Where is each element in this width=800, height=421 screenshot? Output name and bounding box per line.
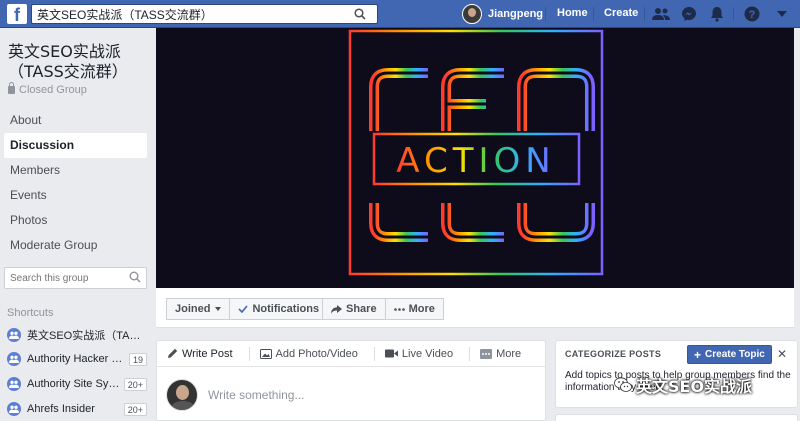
lock-icon bbox=[8, 82, 15, 94]
share-label: Share bbox=[346, 303, 377, 315]
more-icon bbox=[480, 348, 493, 359]
profile-link[interactable]: Jiangpeng bbox=[462, 3, 543, 25]
left-sidebar: 英文SEO实战派（TASS交流群） Closed Group About Dis… bbox=[0, 28, 155, 421]
caret-down-icon[interactable] bbox=[772, 4, 792, 24]
more-button[interactable]: More bbox=[385, 298, 444, 320]
group-search-input[interactable] bbox=[5, 268, 123, 288]
caret-down-icon bbox=[215, 307, 222, 311]
tab-more[interactable]: More bbox=[480, 348, 521, 360]
group-privacy-label: Closed Group bbox=[19, 84, 87, 96]
watermark: 英文SEO实战派 bbox=[614, 373, 752, 397]
cover-photo[interactable]: ACTION bbox=[156, 28, 794, 288]
shortcut-count-badge: 20+ bbox=[123, 402, 147, 416]
categorize-title: CATEGORIZE POSTS bbox=[565, 349, 662, 359]
messenger-icon[interactable] bbox=[679, 4, 699, 24]
tab-more-label: More bbox=[496, 347, 522, 360]
nav-item-events[interactable]: Events bbox=[4, 183, 147, 208]
pencil-icon bbox=[167, 348, 178, 359]
video-icon bbox=[384, 349, 398, 358]
share-button[interactable]: Share bbox=[322, 298, 386, 320]
seo-action-logo: ACTION bbox=[348, 29, 604, 276]
nav-item-moderate-group[interactable]: Moderate Group bbox=[4, 233, 147, 258]
joined-button[interactable]: Joined bbox=[166, 298, 231, 320]
watermark-text: 英文SEO实战派 bbox=[636, 377, 753, 396]
facebook-logo[interactable]: f bbox=[7, 4, 27, 24]
tab-add-photo-video-label: Add Photo/Video bbox=[275, 347, 358, 360]
user-name: Jiangpeng bbox=[488, 8, 544, 20]
create-topic-label: Create Topic bbox=[705, 349, 765, 360]
composer-body bbox=[166, 379, 508, 411]
shortcut-count-badge: 19 bbox=[128, 352, 147, 366]
search-icon bbox=[354, 8, 366, 20]
sidebar-card bbox=[555, 414, 798, 421]
global-search[interactable] bbox=[31, 4, 378, 24]
composer-tabs: Write Post Add Photo/Video Live Video Mo… bbox=[157, 341, 545, 367]
joined-label: Joined bbox=[175, 303, 211, 315]
avatar bbox=[166, 379, 198, 411]
shortcut-item[interactable]: Authority Hacker Pro 19 bbox=[7, 350, 147, 368]
divider bbox=[593, 7, 594, 21]
nav-item-about[interactable]: About bbox=[4, 108, 147, 133]
tab-live-video[interactable]: Live Video bbox=[384, 347, 454, 360]
ellipsis-icon bbox=[393, 307, 405, 311]
photo-icon bbox=[259, 348, 272, 359]
wechat-icon bbox=[614, 377, 632, 392]
group-icon bbox=[7, 402, 21, 416]
check-icon bbox=[238, 305, 249, 313]
search-icon[interactable] bbox=[129, 271, 141, 286]
friends-icon[interactable] bbox=[651, 4, 671, 24]
search-button[interactable] bbox=[343, 5, 377, 23]
shortcuts-title: Shortcuts bbox=[7, 307, 54, 319]
shortcut-label: Authority Hacker Pro bbox=[27, 353, 125, 365]
notifications-button[interactable]: Notifications bbox=[230, 298, 329, 320]
global-search-input[interactable] bbox=[32, 5, 332, 23]
notifications-label: Notifications bbox=[252, 303, 320, 315]
svg-text:?: ? bbox=[749, 9, 756, 21]
bell-icon[interactable] bbox=[707, 4, 727, 24]
shortcut-label: Authority Site Syst... bbox=[27, 378, 120, 390]
divider bbox=[373, 346, 375, 361]
group-icon bbox=[7, 328, 21, 342]
top-navigation-bar: f Jiangpeng Home Create ? bbox=[0, 0, 800, 28]
nav-item-photos[interactable]: Photos bbox=[4, 208, 147, 233]
tab-live-video-label: Live Video bbox=[401, 347, 454, 360]
group-icon bbox=[7, 377, 21, 391]
close-icon[interactable]: ✕ bbox=[777, 347, 787, 361]
tab-write-post-label: Write Post bbox=[182, 347, 233, 360]
tab-write-post[interactable]: Write Post bbox=[167, 348, 233, 360]
divider bbox=[248, 346, 250, 361]
nav-item-members[interactable]: Members bbox=[4, 158, 147, 183]
group-action-bar: Joined Notifications Share More bbox=[156, 288, 794, 328]
composer-input[interactable] bbox=[208, 388, 508, 402]
plus-icon: + bbox=[694, 347, 702, 362]
divider bbox=[644, 7, 645, 21]
nav-item-discussion[interactable]: Discussion bbox=[4, 133, 147, 158]
group-name[interactable]: 英文SEO实战派（TASS交流群） bbox=[8, 42, 148, 82]
shortcut-count-badge: 20+ bbox=[123, 377, 147, 391]
home-link[interactable]: Home bbox=[557, 7, 588, 19]
shortcut-item[interactable]: Authority Site Syst... 20+ bbox=[7, 375, 147, 393]
group-search[interactable] bbox=[4, 267, 147, 289]
help-icon[interactable]: ? bbox=[742, 4, 762, 24]
share-arrow-icon bbox=[331, 304, 342, 314]
tab-add-photo-video[interactable]: Add Photo/Video bbox=[259, 347, 358, 360]
divider bbox=[733, 7, 734, 21]
create-link[interactable]: Create bbox=[604, 7, 638, 19]
shortcut-item[interactable]: Ahrefs Insider 20+ bbox=[7, 400, 147, 418]
divider bbox=[469, 346, 471, 361]
create-topic-button[interactable]: + Create Topic bbox=[687, 345, 772, 364]
shortcut-label: 英文SEO实战派（TASS... bbox=[27, 330, 147, 342]
shortcut-label: Ahrefs Insider bbox=[27, 403, 95, 415]
divider bbox=[545, 7, 546, 21]
cover-action-text: ACTION bbox=[396, 141, 555, 181]
post-composer: Write Post Add Photo/Video Live Video Mo… bbox=[156, 340, 546, 421]
group-icon bbox=[7, 352, 21, 366]
shortcut-item[interactable]: 英文SEO实战派（TASS... bbox=[7, 326, 147, 344]
more-label: More bbox=[408, 303, 435, 315]
group-nav: About Discussion Members Events Photos M… bbox=[4, 108, 147, 258]
group-privacy: Closed Group bbox=[8, 82, 87, 96]
avatar bbox=[462, 4, 482, 24]
